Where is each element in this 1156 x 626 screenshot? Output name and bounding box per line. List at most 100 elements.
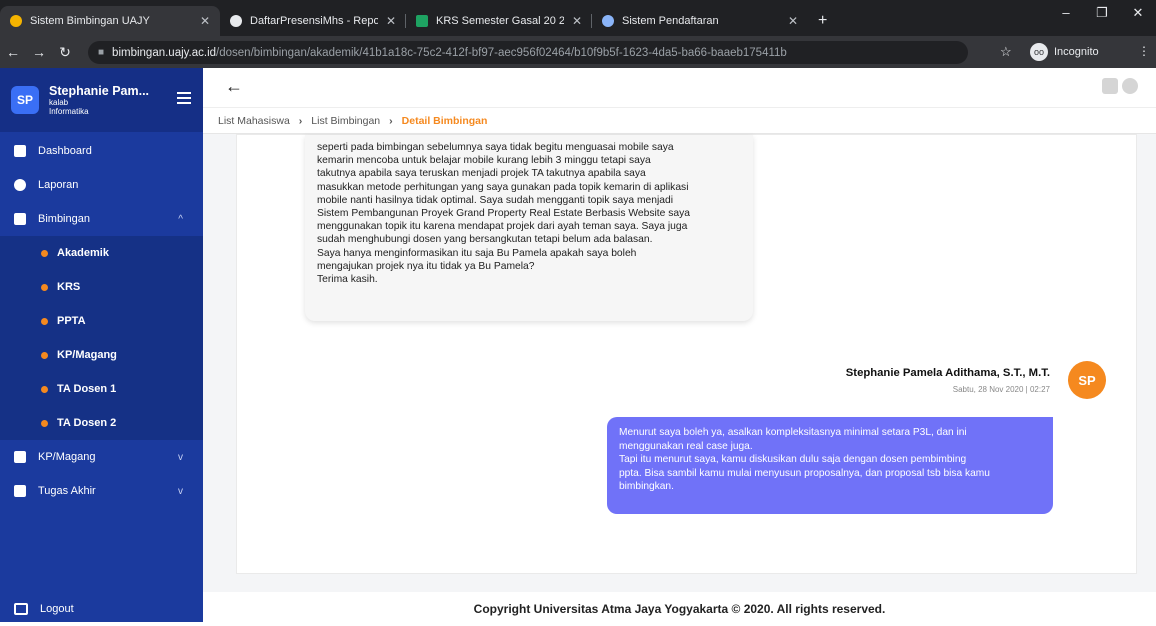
message-line: mobile nanti hasilnya tidak optimal. Say… — [317, 194, 674, 206]
message-line: ppta. Bisa sambil kamu mulai menyusun pr… — [619, 467, 990, 479]
lock-icon: ■ — [98, 47, 105, 58]
avatar: SP — [1068, 361, 1106, 399]
browser-tab-strip: Sistem Bimbingan UAJY ✕ DaftarPresensiMh… — [0, 0, 1156, 36]
menu-dots-icon[interactable]: ⋮ — [1138, 44, 1150, 58]
sidebar-item-label: Laporan — [38, 179, 79, 191]
close-icon[interactable]: ✕ — [378, 14, 396, 28]
id-card-icon — [14, 485, 26, 497]
logout-button[interactable]: Logout — [0, 596, 203, 622]
new-tab-button[interactable]: + — [808, 6, 837, 36]
logout-icon — [14, 603, 28, 615]
url-path: /dosen/bimbingan/akademik/41b1a18c-75c2-… — [216, 46, 787, 59]
book-icon — [14, 213, 26, 225]
back-arrow-icon[interactable]: ← — [225, 76, 243, 97]
sidebar-subitem-akademik[interactable]: Akademik — [0, 236, 203, 270]
minimize-icon[interactable]: – — [1048, 0, 1084, 30]
incoming-message: seperti pada bimbingan sebelumnya saya t… — [305, 135, 753, 321]
bullet-icon — [41, 419, 48, 427]
sidebar-subitem-ppta[interactable]: PPTA — [0, 304, 203, 338]
browser-tab[interactable]: KRS Semester Gasal 20 21 - Goo ✕ — [406, 6, 592, 36]
sidebar-item-dashboard[interactable]: Dashboard — [0, 134, 203, 168]
user-icon[interactable] — [1122, 78, 1138, 94]
url-bar[interactable]: ■ bimbingan.uajy.ac.id /dosen/bimbingan/… — [88, 41, 968, 64]
sidebar-item-label: Bimbingan — [38, 213, 90, 225]
bullet-icon — [41, 249, 48, 257]
chat-icon[interactable] — [1102, 78, 1118, 94]
bookmark-star-icon[interactable]: ☆ — [1000, 44, 1012, 60]
site-favicon-icon — [10, 15, 22, 27]
chevron-down-icon: v — [178, 485, 183, 497]
bullet-icon — [41, 283, 48, 291]
message-line: Terima kasih. — [317, 274, 378, 286]
browser-tab[interactable]: Sistem Pendaftaran ✕ — [592, 6, 808, 36]
chevron-right-icon: › — [298, 114, 303, 127]
sidebar-item-kp-magang[interactable]: KP/Magang v — [0, 440, 203, 474]
window-controls: – ❐ ✕ — [1048, 0, 1156, 30]
close-icon[interactable]: ✕ — [780, 14, 798, 28]
sidebar-profile: SP Stephanie Pam... kalab Informatika — [0, 68, 203, 132]
close-icon[interactable]: ✕ — [564, 14, 582, 28]
chevron-down-icon: v — [178, 451, 183, 463]
sidebar-subitem-ta-dosen-1[interactable]: TA Dosen 1 — [0, 372, 203, 406]
close-icon[interactable]: ✕ — [192, 14, 210, 28]
sidebar-item-bimbingan[interactable]: Bimbingan ^ — [0, 202, 203, 236]
sidebar-subitem-kp-magang[interactable]: KP/Magang — [0, 338, 203, 372]
maximize-icon[interactable]: ❐ — [1084, 0, 1120, 30]
message-line: Tapi itu menurut saya, kamu diskusikan d… — [619, 454, 967, 465]
message-line: seperti pada bimbingan sebelumnya saya t… — [317, 142, 674, 153]
calendar-icon — [14, 451, 26, 463]
message-line: mengajukan projek nya itu tidak ya Bu Pa… — [317, 260, 535, 272]
top-bar: ← — [203, 68, 1156, 108]
tab-title: Sistem Bimbingan UAJY — [30, 15, 150, 27]
message-line: Menurut saya boleh ya, asalkan kompleksi… — [619, 427, 967, 438]
footer-copyright: Copyright Universitas Atma Jaya Yogyakar… — [203, 592, 1156, 622]
sidebar-item-label: Tugas Akhir — [38, 485, 96, 497]
message-line: kemarin mencoba untuk belajar mobile kur… — [317, 155, 651, 167]
bullet-icon — [41, 317, 48, 325]
message-line: masukkan metode perhitungan yang saya gu… — [317, 181, 689, 193]
sidebar-item-laporan[interactable]: Laporan — [0, 168, 203, 202]
sidebar-subitem-label: TA Dosen 1 — [57, 383, 117, 395]
breadcrumb-item[interactable]: List Mahasiswa — [218, 115, 290, 127]
chat-panel: seperti pada bimbingan sebelumnya saya t… — [236, 134, 1137, 574]
message-line: Saya hanya menginformasikan itu saja Bu … — [317, 247, 637, 259]
reload-icon[interactable]: ↻ — [52, 44, 78, 61]
user-role: kalab Informatika — [49, 98, 89, 116]
forward-arrow-icon[interactable]: → — [26, 44, 52, 60]
chevron-up-icon: ^ — [178, 213, 183, 225]
sidebar-subitem-label: PPTA — [57, 315, 86, 327]
reply-sender-info: Stephanie Pamela Adithama, S.T., M.T. Sa… — [846, 367, 1050, 394]
site-favicon-icon — [230, 15, 242, 27]
breadcrumb: List Mahasiswa › List Bimbingan › Detail… — [203, 108, 1156, 134]
avatar: SP — [11, 86, 39, 114]
incognito-indicator[interactable]: oo Incognito — [1030, 43, 1099, 61]
sidebar-subitem-ta-dosen-2[interactable]: TA Dosen 2 — [0, 406, 203, 440]
bullet-icon — [41, 351, 48, 359]
sidebar-subitem-label: KRS — [57, 281, 81, 293]
incognito-icon: oo — [1030, 43, 1048, 61]
outgoing-message: Menurut saya boleh ya, asalkan kompleksi… — [607, 417, 1053, 514]
report-icon — [14, 179, 26, 191]
message-line: Sistem Pembangunan Proyek Grand Property… — [317, 208, 690, 220]
sidebar-item-tugas-akhir[interactable]: Tugas Akhir v — [0, 474, 203, 508]
browser-tab[interactable]: Sistem Bimbingan UAJY ✕ — [0, 6, 220, 36]
user-name: Stephanie Pam... — [49, 84, 150, 98]
sidebar-item-label: KP/Magang — [38, 451, 96, 463]
sidebar-subitem-krs[interactable]: KRS — [0, 270, 203, 304]
sidebar-item-label: Dashboard — [38, 145, 92, 157]
browser-tab[interactable]: DaftarPresensiMhs - Report Man ✕ — [220, 6, 406, 36]
close-window-icon[interactable]: ✕ — [1120, 0, 1156, 30]
logout-label: Logout — [40, 603, 74, 615]
hamburger-menu-icon[interactable] — [177, 92, 191, 107]
tab-title: DaftarPresensiMhs - Report Man — [250, 15, 378, 27]
tab-title: KRS Semester Gasal 20 21 - Goo — [436, 15, 564, 27]
address-toolbar: ← → ↻ ■ bimbingan.uajy.ac.id /dosen/bimb… — [0, 36, 1156, 68]
message-line: menggunakan real case juga. — [619, 440, 753, 452]
message-line: bimbingkan. — [619, 481, 674, 492]
site-favicon-icon — [602, 15, 614, 27]
breadcrumb-current: Detail Bimbingan — [401, 114, 488, 127]
dashboard-icon — [14, 145, 26, 157]
breadcrumb-item[interactable]: List Bimbingan — [311, 115, 380, 127]
back-arrow-icon[interactable]: ← — [0, 44, 26, 60]
drive-icon — [416, 15, 428, 27]
